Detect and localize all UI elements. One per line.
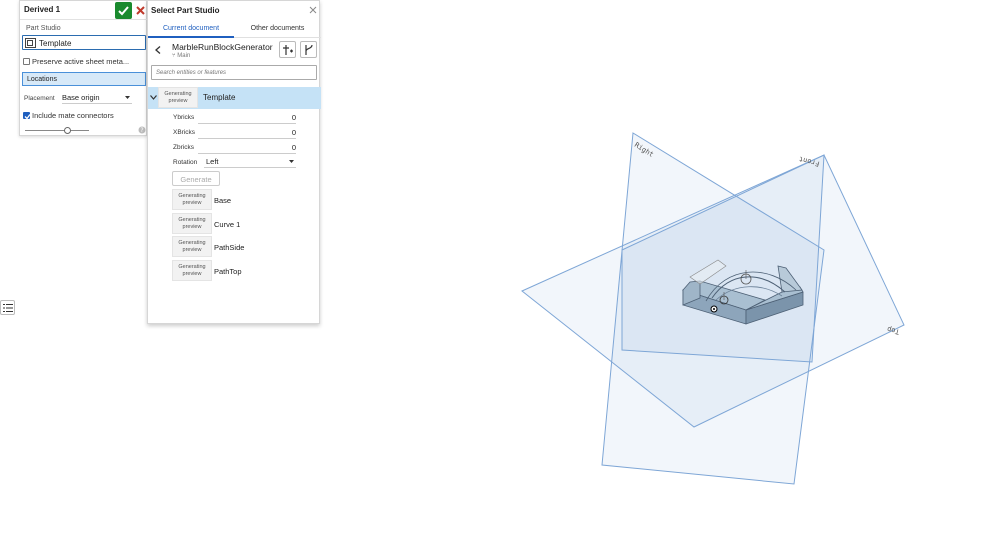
rotation-select[interactable]: Left	[204, 156, 296, 168]
placement-row: Placement Base origin	[24, 92, 146, 104]
list-item-template[interactable]: Generating preview Template	[148, 87, 321, 109]
param-input-ybricks[interactable]: 0	[198, 113, 296, 124]
branch-name: Main	[177, 53, 191, 59]
insert-icon	[283, 45, 293, 55]
search-placeholder: Search entities or features	[156, 70, 227, 76]
placement-value: Base origin	[62, 93, 100, 102]
document-row: MarbleRunBlockGenerator ⑂ Main	[148, 38, 321, 62]
search-input[interactable]: Search entities or features	[151, 65, 317, 80]
list-item-curve-1[interactable]: Generating preview Curve 1	[172, 213, 312, 235]
checkmark-icon	[24, 114, 31, 120]
feature-thumbnail: Generating preview	[172, 213, 212, 234]
chevron-down-icon[interactable]	[150, 95, 157, 100]
feature-thumbnail: Generating preview	[172, 189, 212, 210]
param-row-ybricks: Ybricks 0	[173, 113, 298, 124]
help-icon[interactable]: ?	[138, 126, 146, 134]
part-studio-label: Part Studio	[26, 25, 61, 32]
list-item-pathtop[interactable]: Generating preview PathTop	[172, 260, 312, 282]
accept-button[interactable]	[115, 2, 132, 19]
feature-name: Base	[214, 196, 232, 205]
tab-other-documents[interactable]: Other documents	[234, 20, 321, 38]
caret-down-icon	[125, 96, 130, 99]
slider-track	[25, 130, 89, 131]
feature-title: Derived 1	[24, 5, 61, 14]
generate-button[interactable]: Generate	[172, 171, 220, 186]
feature-name: PathSide	[214, 243, 245, 252]
placement-label: Placement	[24, 95, 55, 102]
template-thumbnail: Generating preview	[158, 87, 198, 108]
param-label: Zbricks	[173, 144, 194, 151]
rotation-label: Rotation	[173, 159, 198, 166]
dialog-title: Select Part Studio	[151, 6, 220, 15]
select-part-studio-dialog: Select Part Studio Current document Othe…	[147, 0, 321, 324]
part-studio-value: Template	[39, 39, 72, 48]
document-branch: ⑂ Main	[172, 53, 191, 59]
rotation-row: Rotation Left	[173, 156, 298, 168]
graphics-viewport[interactable]: Right Front Top	[500, 120, 920, 500]
placement-select[interactable]: Base origin	[62, 92, 132, 104]
caret-down-icon	[289, 160, 294, 163]
close-icon[interactable]	[309, 6, 317, 14]
part-studio-icon	[25, 38, 36, 48]
branch-icon	[305, 44, 313, 55]
check-icon	[118, 6, 129, 16]
tab-current-document[interactable]: Current document	[148, 20, 234, 38]
param-row-xbricks: XBricks 0	[173, 128, 298, 139]
locations-label: Locations	[27, 76, 57, 83]
rotation-value: Left	[206, 157, 219, 166]
param-input-xbricks[interactable]: 0	[198, 128, 296, 139]
param-label: XBricks	[173, 129, 196, 136]
feature-list-toggle[interactable]	[0, 300, 15, 315]
chevron-left-icon[interactable]	[155, 46, 161, 54]
param-row-zbricks: Zbricks 0	[173, 143, 298, 154]
feature-name: PathTop	[214, 267, 242, 276]
close-icon	[136, 6, 145, 15]
feature-thumbnail: Generating preview	[172, 236, 212, 257]
param-input-zbricks[interactable]: 0	[198, 143, 296, 154]
version-graph-button[interactable]	[300, 41, 317, 58]
detail-slider[interactable]: ?	[25, 126, 146, 136]
dialog-header: Select Part Studio	[148, 1, 321, 20]
feature-name: Curve 1	[214, 220, 241, 229]
include-mate-checkbox[interactable]	[23, 112, 31, 120]
feature-thumbnail: Generating preview	[172, 260, 212, 281]
include-mate-label: Include mate connectors	[32, 111, 114, 120]
svg-text:?: ?	[140, 127, 143, 134]
template-feature-name: Template	[203, 93, 236, 102]
document-name: MarbleRunBlockGenerator	[172, 42, 273, 52]
list-item-base[interactable]: Generating preview Base	[172, 189, 312, 211]
locations-field[interactable]: Locations	[22, 72, 146, 86]
param-label: Ybricks	[173, 114, 195, 121]
cancel-button[interactable]	[134, 2, 147, 19]
slider-thumb[interactable]	[64, 127, 71, 134]
part-studio-field[interactable]: Template	[22, 35, 146, 50]
list-icon	[3, 304, 13, 312]
preserve-checkbox[interactable]	[23, 58, 30, 65]
include-mate-connectors-row[interactable]: Include mate connectors	[23, 110, 147, 121]
derived-panel-header: Derived 1	[20, 1, 148, 20]
document-tabs: Current document Other documents	[148, 20, 321, 38]
preserve-sheet-metal-checkbox-row[interactable]: Preserve active sheet meta...	[23, 56, 147, 67]
preserve-label: Preserve active sheet meta...	[32, 57, 130, 66]
insert-configuration-button[interactable]	[279, 41, 296, 58]
derived-feature-panel: Derived 1 Part Studio Template Preserve …	[19, 0, 148, 136]
list-item-pathside[interactable]: Generating preview PathSide	[172, 236, 312, 258]
